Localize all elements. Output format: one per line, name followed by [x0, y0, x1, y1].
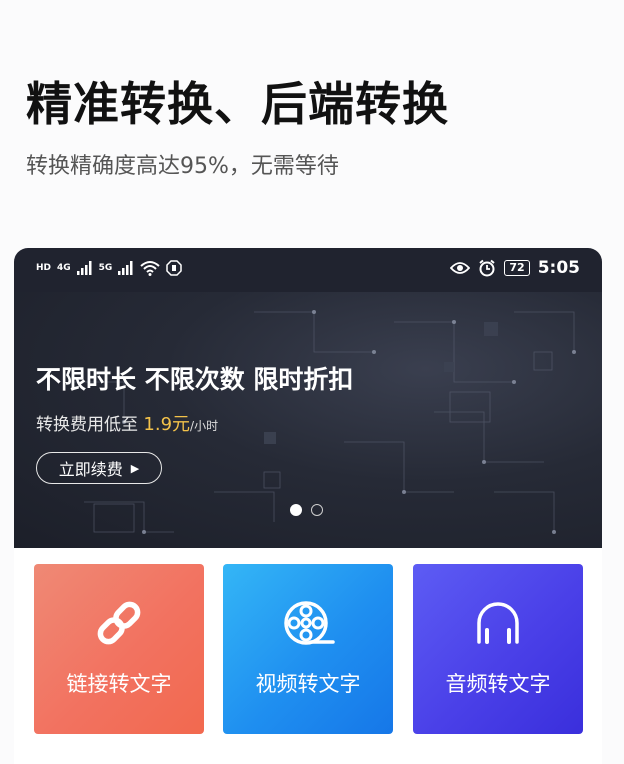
headphones-icon [477, 602, 519, 644]
signal-icon-2 [118, 261, 133, 275]
alarm-icon [479, 259, 496, 277]
phone-screen: HD 4G 5G 72 5:05 不限时长 不限次数 限时折扣 转换费用低至 1… [14, 248, 602, 764]
clock: 5:05 [537, 258, 580, 278]
promo-subline: 转换精确度高达95%，无需等待 [26, 154, 339, 179]
hd-badge: HD [36, 263, 52, 273]
renew-button[interactable]: 立即续费 ▶ [36, 452, 162, 484]
price-value: 1.9元 [143, 414, 191, 435]
film-reel-icon [284, 601, 335, 645]
status-right: 72 5:05 [450, 258, 580, 278]
banner-price: 转换费用低至 1.9元/小时 [36, 410, 218, 436]
carousel-dots [290, 504, 323, 516]
promo-headline: 精准转换、后端转换 [26, 77, 449, 131]
renew-button-label: 立即续费 [58, 460, 123, 479]
eye-icon [450, 262, 471, 274]
video-to-text-label: 视频转文字 [255, 672, 361, 696]
audio-to-text-label: 音频转文字 [445, 672, 551, 696]
link-to-text-tile[interactable]: 链接转文字 [34, 564, 204, 734]
promo-banner[interactable]: 不限时长 不限次数 限时折扣 转换费用低至 1.9元/小时 立即续费 ▶ [14, 292, 602, 548]
hand-icon [166, 260, 183, 276]
wifi-icon [140, 261, 160, 276]
link-icon [97, 601, 141, 645]
play-arrow-icon: ▶ [130, 461, 140, 475]
video-to-text-tile[interactable]: 视频转文字 [223, 564, 393, 734]
audio-to-text-tile[interactable]: 音频转文字 [413, 564, 583, 734]
carousel-dot-1[interactable] [290, 504, 302, 516]
carousel-dot-2[interactable] [311, 504, 323, 516]
link-to-text-label: 链接转文字 [66, 672, 172, 696]
banner-title: 不限时长 不限次数 限时折扣 [36, 365, 354, 394]
status-bar: HD 4G 5G 72 5:05 [14, 248, 602, 292]
signal-icon [76, 261, 92, 275]
feature-tiles: 链接转文字 视频转文字 音频转文字 [34, 564, 584, 734]
price-unit: /小时 [190, 419, 219, 433]
price-prefix: 转换费用低至 [36, 415, 138, 435]
network-4g-label: 4G [57, 263, 71, 273]
network-5g-label: 5G [98, 263, 113, 273]
battery-indicator: 72 [504, 260, 530, 276]
status-left: HD 4G 5G [36, 260, 183, 276]
